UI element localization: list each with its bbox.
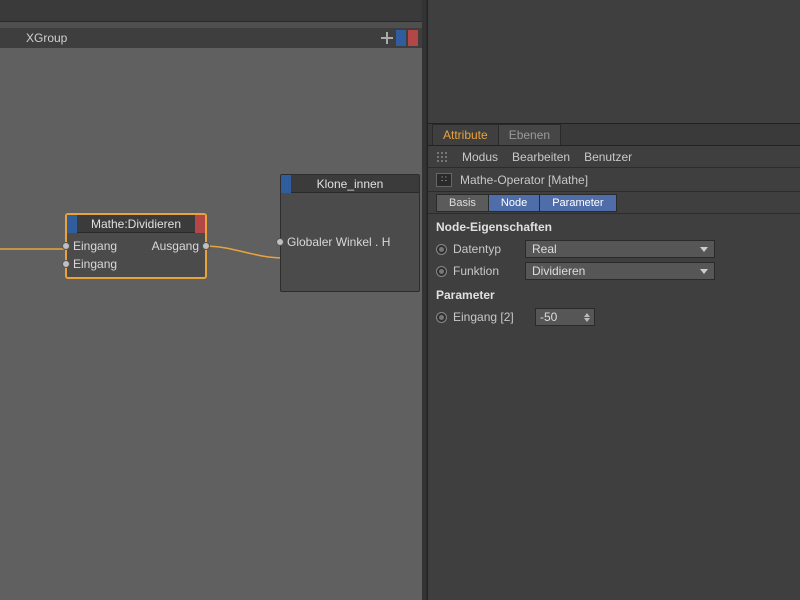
port-dot-icon[interactable] bbox=[202, 242, 210, 250]
spinner-icon[interactable] bbox=[584, 313, 590, 322]
menu-benutzer[interactable]: Benutzer bbox=[584, 150, 632, 164]
anim-dot-icon[interactable] bbox=[436, 244, 447, 255]
node-math[interactable]: Mathe:Dividieren Eingang Eingang bbox=[66, 214, 206, 278]
editor-toolbar bbox=[0, 0, 426, 22]
anim-dot-icon[interactable] bbox=[436, 312, 447, 323]
node-math-body: Eingang Eingang Ausgang bbox=[67, 233, 205, 277]
eingang2-value: -50 bbox=[540, 310, 557, 324]
node-target-title-text: Klone_innen bbox=[317, 177, 384, 191]
port-label: Globaler Winkel . H bbox=[287, 235, 390, 249]
group-output-swatch[interactable] bbox=[408, 30, 418, 46]
port-dot-icon[interactable] bbox=[62, 242, 70, 250]
attribute-pane: Attribute Ebenen Modus Bearbeiten Benutz… bbox=[427, 0, 800, 600]
port-dot-icon[interactable] bbox=[276, 238, 284, 246]
attribute-subtabs: Basis Node Parameter bbox=[428, 192, 800, 214]
menu-bearbeiten[interactable]: Bearbeiten bbox=[512, 150, 570, 164]
chevron-down-icon bbox=[700, 269, 708, 274]
node-target-body: Globaler Winkel . H bbox=[281, 193, 419, 291]
funktion-value: Dividieren bbox=[532, 264, 585, 278]
node-math-title-text: Mathe:Dividieren bbox=[91, 217, 181, 231]
funktion-dropdown[interactable]: Dividieren bbox=[525, 262, 715, 280]
subtab-parameter[interactable]: Parameter bbox=[539, 194, 616, 212]
grip-icon[interactable] bbox=[436, 151, 448, 163]
wire-left-in bbox=[0, 234, 70, 264]
attribute-tabs: Attribute Ebenen bbox=[428, 124, 800, 146]
anim-dot-icon[interactable] bbox=[436, 266, 447, 277]
subtab-node[interactable]: Node bbox=[488, 194, 540, 212]
tab-attribute[interactable]: Attribute bbox=[432, 124, 499, 145]
attribute-menubar: Modus Bearbeiten Benutzer bbox=[428, 146, 800, 168]
port-dot-icon[interactable] bbox=[62, 260, 70, 268]
subtab-basis[interactable]: Basis bbox=[436, 194, 489, 212]
editor-scroll-rail[interactable] bbox=[422, 0, 426, 600]
section-parameter: Parameter bbox=[428, 282, 800, 306]
menu-modus[interactable]: Modus bbox=[462, 150, 498, 164]
prop-eingang-2: Eingang [2] -50 bbox=[428, 306, 800, 328]
eingang2-input[interactable]: -50 bbox=[535, 308, 595, 326]
node-output-cap bbox=[195, 215, 205, 233]
object-header: ∷ Mathe-Operator [Mathe] bbox=[428, 168, 800, 192]
prop-datentyp: Datentyp Real bbox=[428, 238, 800, 260]
port-label: Eingang bbox=[73, 239, 117, 253]
node-editor-pane: XGroup Mathe:Dividieren bbox=[0, 0, 427, 600]
node-math-title[interactable]: Mathe:Dividieren bbox=[67, 215, 205, 233]
node-target[interactable]: Klone_innen Globaler Winkel . H bbox=[280, 174, 420, 292]
datentyp-value: Real bbox=[532, 242, 557, 256]
port-label: Eingang bbox=[73, 257, 117, 271]
port-label: Ausgang bbox=[152, 239, 199, 253]
chevron-down-icon bbox=[700, 247, 708, 252]
node-target-title[interactable]: Klone_innen bbox=[281, 175, 419, 193]
section-node-eigenschaften: Node-Eigenschaften bbox=[428, 214, 800, 238]
node-canvas[interactable]: Mathe:Dividieren Eingang Eingang bbox=[0, 48, 422, 600]
move-icon[interactable] bbox=[380, 31, 394, 45]
calculator-icon: ∷ bbox=[436, 173, 452, 187]
group-input-swatch[interactable] bbox=[396, 30, 406, 46]
node-input-cap bbox=[281, 175, 291, 193]
port-target-in-0[interactable]: Globaler Winkel . H bbox=[287, 233, 390, 251]
eingang2-label: Eingang [2] bbox=[453, 310, 529, 324]
group-title: XGroup bbox=[26, 31, 67, 45]
preview-area bbox=[428, 0, 800, 124]
group-header[interactable]: XGroup bbox=[0, 28, 422, 48]
tab-ebenen[interactable]: Ebenen bbox=[498, 124, 561, 145]
group-header-controls bbox=[380, 28, 418, 48]
node-input-cap bbox=[67, 215, 77, 233]
port-math-in-1[interactable]: Eingang bbox=[73, 255, 130, 273]
funktion-label: Funktion bbox=[453, 264, 519, 278]
datentyp-label: Datentyp bbox=[453, 242, 519, 256]
wire-math-to-target bbox=[204, 238, 284, 268]
app-root: XGroup Mathe:Dividieren bbox=[0, 0, 800, 600]
port-math-in-0[interactable]: Eingang bbox=[73, 237, 130, 255]
port-math-out-0[interactable]: Ausgang bbox=[142, 237, 199, 255]
prop-funktion: Funktion Dividieren bbox=[428, 260, 800, 282]
object-title: Mathe-Operator [Mathe] bbox=[460, 173, 588, 187]
datentyp-dropdown[interactable]: Real bbox=[525, 240, 715, 258]
